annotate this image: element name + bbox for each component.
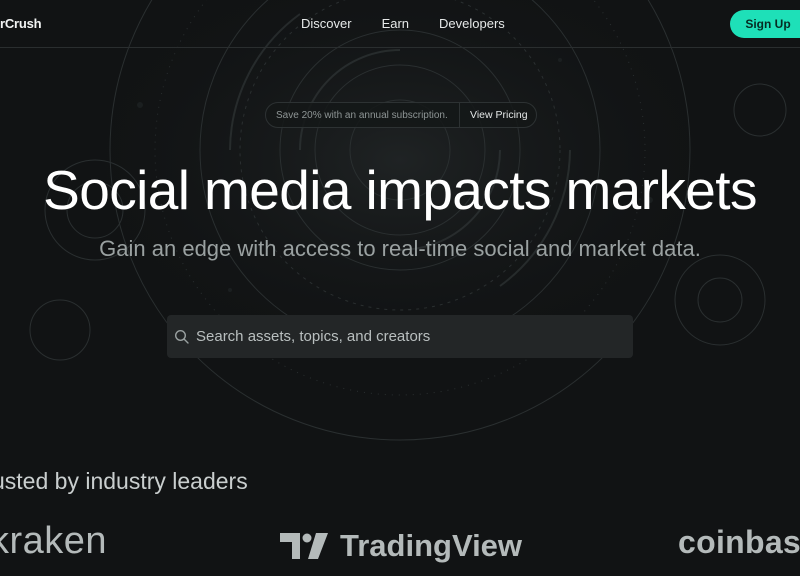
search-icon	[174, 329, 189, 344]
nav-links: Discover Earn Developers	[301, 16, 535, 31]
brand-logo[interactable]: rCrush	[0, 16, 42, 31]
trusted-heading: usted by industry leaders	[0, 468, 248, 494]
nav-link-developers[interactable]: Developers	[439, 16, 505, 31]
nav-link-discover[interactable]: Discover	[301, 16, 352, 31]
coinbase-logo: coinbas	[678, 524, 800, 561]
tradingview-logo-icon	[280, 533, 328, 559]
kraken-logo-text: kraken	[0, 520, 108, 562]
search-bar[interactable]	[167, 315, 633, 358]
coinbase-logo-text: coinbas	[678, 524, 800, 560]
nav-link-earn[interactable]: Earn	[382, 16, 409, 31]
hero-subtitle: Gain an edge with access to real-time so…	[99, 236, 701, 261]
view-pricing-link[interactable]: View Pricing	[460, 109, 528, 121]
promo-text: Save 20% with an annual subscription.	[276, 109, 448, 121]
tradingview-logo-text: TradingView	[340, 528, 523, 563]
promo-banner: Save 20% with an annual subscription. Vi…	[265, 102, 537, 128]
kraken-logo: kraken	[0, 520, 107, 563]
search-input[interactable]	[196, 328, 616, 345]
hero-title: Social media impacts markets	[43, 159, 757, 221]
sign-up-button[interactable]: Sign Up	[730, 10, 800, 38]
top-navigation: rCrush Discover Earn Developers Sign Up	[0, 0, 800, 48]
tradingview-logo: TradingView	[280, 528, 522, 564]
